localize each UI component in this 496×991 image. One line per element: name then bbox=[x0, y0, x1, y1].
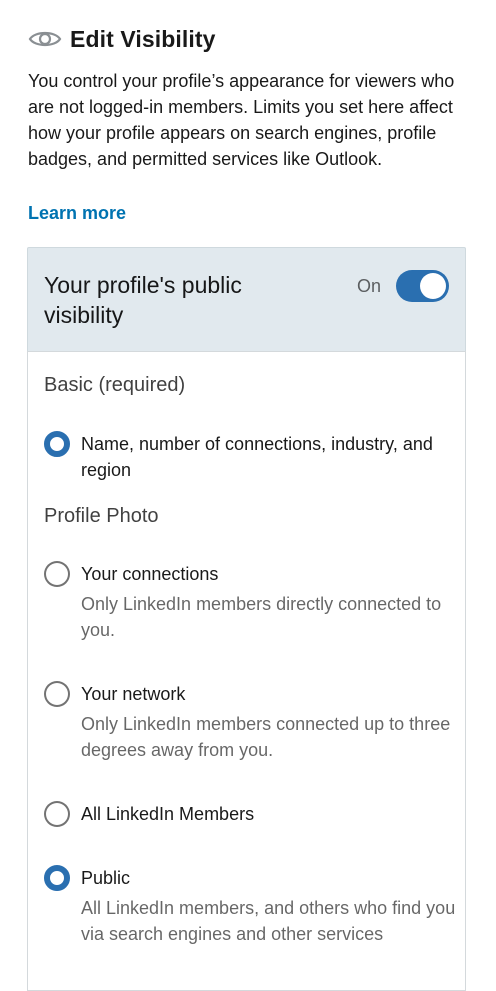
public-visibility-toggle[interactable] bbox=[396, 270, 449, 302]
intro-text: You control your profile’s appearance fo… bbox=[28, 71, 455, 169]
radio-text: All LinkedIn Members bbox=[81, 801, 461, 827]
radio-label: Name, number of connections, industry, a… bbox=[81, 434, 433, 480]
eye-icon bbox=[28, 31, 62, 47]
radio-text: Public All LinkedIn members, and others … bbox=[81, 865, 461, 947]
radio-button[interactable] bbox=[44, 801, 70, 827]
radio-description: All LinkedIn members, and others who fin… bbox=[81, 898, 456, 944]
radio-description: Only LinkedIn members directly connected… bbox=[81, 594, 442, 640]
panel-header: Edit Visibility bbox=[28, 22, 216, 56]
basic-section-label: Basic (required) bbox=[44, 374, 186, 396]
edit-visibility-panel: Edit Visibility You control your profile… bbox=[0, 0, 496, 991]
radio-label: Your network bbox=[81, 684, 186, 704]
radio-text: Name, number of connections, industry, a… bbox=[81, 431, 461, 483]
radio-button-checked[interactable] bbox=[44, 865, 70, 891]
radio-text: Your connections Only LinkedIn members d… bbox=[81, 561, 461, 643]
radio-label: Public bbox=[81, 868, 131, 888]
public-visibility-header: Your profile's public visibility On bbox=[27, 247, 466, 352]
radio-button[interactable] bbox=[44, 561, 70, 587]
radio-description: Only LinkedIn members connected up to th… bbox=[81, 714, 451, 760]
learn-more-link[interactable]: Learn more bbox=[28, 200, 126, 226]
public-visibility-title: Your profile's public visibility bbox=[44, 272, 242, 328]
radio-button[interactable] bbox=[44, 681, 70, 707]
visibility-options: Basic (required) Name, number of connect… bbox=[27, 351, 466, 991]
radio-label: All LinkedIn Members bbox=[81, 804, 255, 824]
radio-label: Your connections bbox=[81, 564, 219, 584]
profile-photo-section-label: Profile Photo bbox=[44, 505, 159, 527]
radio-button-checked[interactable] bbox=[44, 431, 70, 457]
toggle-knob bbox=[420, 273, 446, 299]
toggle-state-label: On bbox=[357, 276, 382, 296]
radio-text: Your network Only LinkedIn members conne… bbox=[81, 681, 461, 763]
page-title: Edit Visibility bbox=[70, 25, 216, 52]
